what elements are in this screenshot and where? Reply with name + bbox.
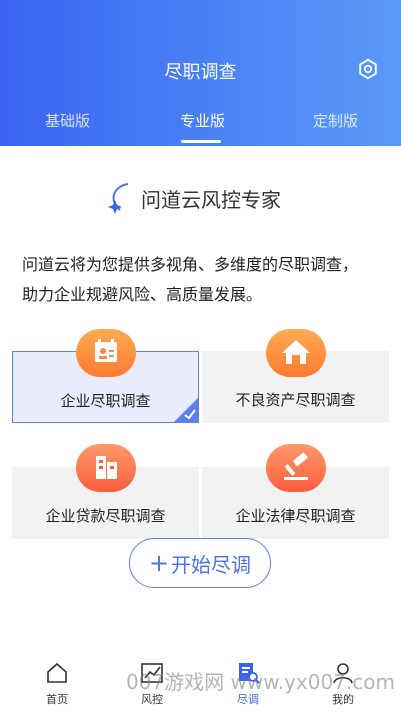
gavel-icon: [266, 444, 326, 492]
start-dd-button[interactable]: + 开始尽调: [129, 538, 271, 588]
option-label: 企业贷款尽职调查: [45, 507, 166, 525]
page-title: 尽职调查: [164, 62, 237, 83]
brand-section: 问道云风控专家: [0, 180, 401, 216]
tab-custom[interactable]: 定制版: [313, 110, 358, 131]
nav-item-home[interactable]: 首页: [27, 662, 87, 707]
building-icon: [76, 444, 136, 492]
nav-label: 首页: [46, 693, 68, 706]
watermark: 007游戏网 www.yx007.com: [125, 670, 395, 694]
brand-name: 问道云风控专家: [141, 188, 281, 212]
version-tabs: 基础版 专业版 定制版: [0, 110, 401, 146]
plus-icon: +: [148, 549, 170, 577]
star-swoosh-icon: [108, 183, 129, 214]
tab-basic[interactable]: 基础版: [45, 110, 90, 131]
house-icon: [266, 329, 326, 377]
home-icon: [47, 662, 67, 683]
intro-line-2: 助力企业规避风险、高质量发展。: [22, 285, 263, 304]
header-bar: 尽职调查 基础版 专业版 定制版: [0, 0, 401, 146]
intro-line-1: 问道云将为您提供多视角、多维度的尽职调查，: [22, 255, 359, 274]
start-dd-label: 开始尽调: [171, 552, 252, 577]
option-label: 企业尽职调查: [60, 392, 151, 410]
gear-icon[interactable]: [357, 58, 379, 80]
check-icon: [174, 398, 198, 422]
intro-text: 问道云将为您提供多视角、多维度的尽职调查， 助力企业规避风险、高质量发展。: [22, 250, 382, 310]
calendar-person-icon: [76, 329, 136, 377]
option-label: 企业法律尽职调查: [235, 507, 356, 525]
option-label: 不良资产尽职调查: [235, 391, 356, 409]
tab-pro[interactable]: 专业版: [180, 110, 225, 131]
active-tab-indicator: [181, 140, 221, 143]
